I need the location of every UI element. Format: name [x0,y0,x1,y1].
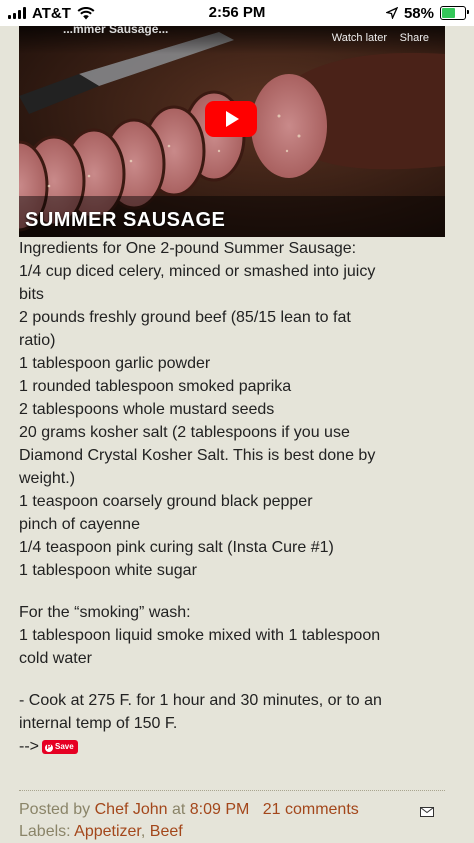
save-label: Save [55,741,74,751]
pinterest-icon: P [45,743,53,752]
wash-line: 1 tablespoon liquid smoke mixed with 1 t… [19,627,381,644]
label-link-beef[interactable]: Beef [150,823,183,840]
video-title[interactable]: ...mmer Sausage... [63,26,168,36]
video-caption: SUMMER SAUSAGE [25,209,226,231]
ingredient-line: 20 grams kosher salt (2 tablespoons if y… [19,424,350,441]
ingredient-line: bits [19,286,44,303]
wash-line: cold water [19,650,92,667]
status-bar: AT&T 2:56 PM 58% [0,0,474,26]
recipe-text: Ingredients for One 2-pound Summer Sausa… [19,237,459,758]
share-button[interactable]: Share [400,32,429,44]
cook-line: internal temp of 150 F. [19,715,178,732]
location-arrow-icon [385,7,398,19]
ingredient-line: pinch of cayenne [19,516,140,533]
battery-percentage: 58% [403,4,434,22]
play-button-icon[interactable] [205,101,257,137]
cook-instructions: - Cook at 275 F. for 1 hour and 30 minut… [19,689,459,735]
arrow-text: --> [19,738,39,755]
post-divider [19,790,445,791]
post-footer: Posted by Chef John at 8:09 PM 21 commen… [19,799,459,821]
smoking-wash-section: For the “smoking” wash: 1 tablespoon liqu… [19,601,459,670]
watch-later-button[interactable]: Watch later [332,32,387,44]
pinterest-save-button[interactable]: P Save [42,739,78,754]
wash-line: For the “smoking” wash: [19,604,191,621]
comments-link[interactable]: 21 comments [263,801,359,818]
ingredient-line: Diamond Crystal Kosher Salt. This is bes… [19,447,376,464]
label-link-appetizer[interactable]: Appetizer [74,823,141,840]
ingredient-line: Ingredients for One 2-pound Summer Sausa… [19,240,357,257]
ingredients-list: Ingredients for One 2-pound Summer Sausa… [19,237,459,582]
ingredient-line: 1/4 teaspoon pink curing salt (Insta Cur… [19,539,334,556]
battery-icon [440,6,469,20]
status-right: 58% [385,4,469,22]
email-post-icon[interactable] [420,807,434,817]
ingredient-line: 1 teaspoon coarsely ground black pepper [19,493,313,510]
ingredient-line: ratio) [19,332,56,349]
posted-by-label: Posted by [19,801,95,818]
cook-line: - Cook at 275 F. for 1 hour and 30 minut… [19,692,382,709]
ingredient-line: 1 rounded tablespoon smoked paprika [19,378,292,395]
ingredient-line: weight.) [19,470,76,487]
labels-prefix: Labels: [19,823,75,840]
ingredient-line: 1/4 cup diced celery, minced or smashed … [19,263,376,280]
arrow-line: --> P Save [19,735,459,758]
label-separator: , [140,823,150,840]
blog-post: ...mmer Sausage... Watch later Share SUM… [0,26,474,843]
author-link[interactable]: Chef John [95,801,168,818]
post-labels: Labels: Appetizer, Beef [19,823,183,841]
post-time-link[interactable]: 8:09 PM [190,801,250,818]
battery-level-fill [442,8,455,18]
ingredient-line: 1 tablespoon garlic powder [19,355,211,372]
ingredient-line: 2 pounds freshly ground beef (85/15 lean… [19,309,351,326]
youtube-video-embed[interactable]: ...mmer Sausage... Watch later Share SUM… [19,26,445,237]
ingredient-line: 1 tablespoon white sugar [19,562,197,579]
posted-at-label: at [167,801,190,818]
ingredient-line: 2 tablespoons whole mustard seeds [19,401,275,418]
